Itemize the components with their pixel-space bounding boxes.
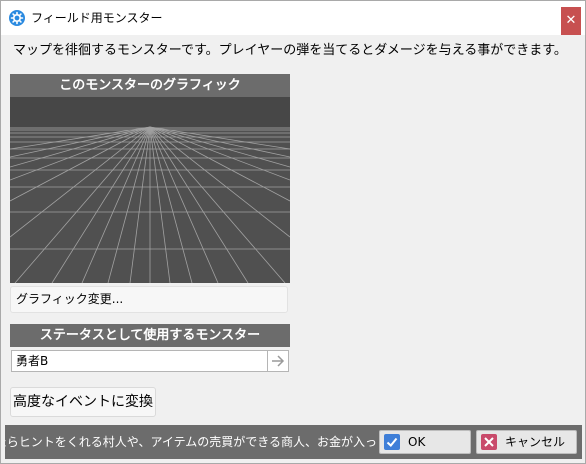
ok-label: OK — [408, 435, 426, 449]
hint-text-area: かけたらヒントをくれる村人や、アイテムの売買ができる商人、お金が入っ — [5, 425, 377, 459]
x-icon — [481, 434, 497, 450]
window-title: フィールド用モンスター — [31, 11, 163, 25]
close-icon: ✕ — [565, 13, 577, 28]
change-graphic-button[interactable]: グラフィック変更... — [10, 286, 288, 313]
monster-description: マップを徘徊するモンスターです。プレイヤーの弾を当てるとダメージを与える事ができ… — [13, 43, 567, 58]
graphic-preview — [10, 97, 290, 283]
arrow-right-icon — [272, 355, 285, 367]
dialog-window: フィールド用モンスター ✕ マップを徘徊するモンスターです。プレイヤーの弾を当て… — [0, 0, 586, 464]
cancel-button[interactable]: キャンセル — [476, 430, 577, 454]
title-bar: フィールド用モンスター ✕ — [1, 1, 585, 35]
gear-icon — [9, 10, 25, 26]
select-monster-button[interactable] — [267, 350, 289, 372]
close-button[interactable]: ✕ — [561, 7, 581, 35]
hint-text: かけたらヒントをくれる村人や、アイテムの売買ができる商人、お金が入っ — [5, 435, 377, 449]
status-monster-field[interactable]: 勇者B — [11, 350, 268, 372]
floor-grid-image — [10, 97, 290, 283]
convert-advanced-event-button[interactable]: 高度なイベントに変換 — [10, 387, 156, 417]
footer-bar: かけたらヒントをくれる村人や、アイテムの売買ができる商人、お金が入っ OK キャ… — [5, 425, 582, 459]
cancel-label: キャンセル — [505, 435, 566, 449]
status-section-header: ステータスとして使用するモンスター — [10, 324, 290, 347]
ok-button[interactable]: OK — [379, 430, 471, 454]
graphic-section-header: このモンスターのグラフィック — [10, 74, 290, 97]
checkmark-icon — [384, 434, 400, 450]
